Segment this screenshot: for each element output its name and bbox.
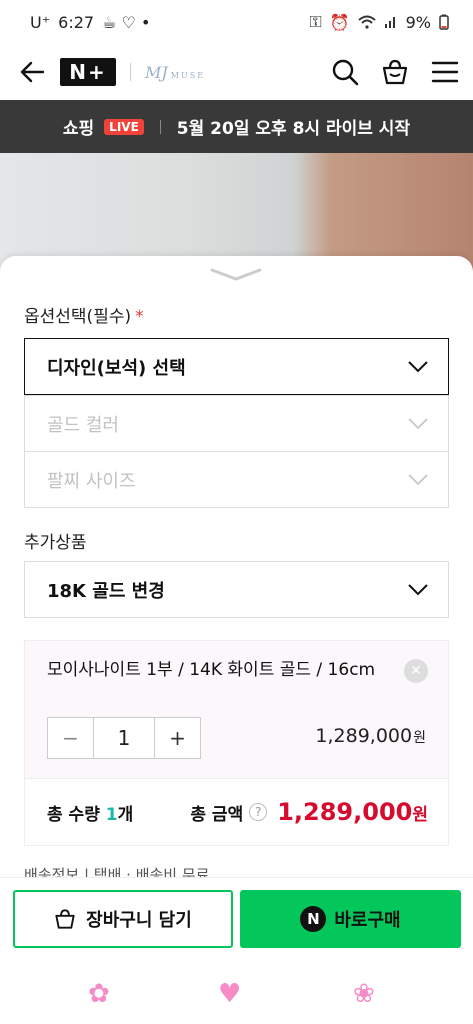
search-icon[interactable] bbox=[331, 58, 359, 86]
notification-icons: ☕ ♡ • bbox=[102, 12, 151, 32]
blossom-sticker-icon[interactable]: ❀ bbox=[353, 979, 375, 1009]
battery-icon bbox=[439, 14, 449, 30]
naver-plus-logo[interactable]: N+ bbox=[60, 58, 116, 86]
gold-color-select-label: 골드 컬러 bbox=[47, 414, 119, 436]
chevron-down-icon bbox=[408, 417, 428, 429]
banner-separator bbox=[159, 119, 161, 134]
quantity-value[interactable]: 1 bbox=[93, 718, 155, 758]
brand-name: MJ bbox=[145, 62, 168, 82]
alarm-icon: ⏰ bbox=[329, 12, 350, 32]
design-select[interactable]: 디자인(보석) 선택 bbox=[24, 338, 449, 395]
chevron-down-icon bbox=[210, 268, 262, 281]
additional-select-label: 18K 골드 변경 bbox=[47, 580, 165, 602]
sticker-row: ✿ ♥ ❀ bbox=[0, 979, 473, 1019]
chevron-down-icon bbox=[408, 473, 428, 485]
remove-item-button[interactable]: ✕ bbox=[404, 659, 428, 683]
buy-now-label: 바로구매 bbox=[334, 910, 401, 931]
item-price-value: 1,289,000 bbox=[315, 725, 413, 747]
total-amount-currency: 원 bbox=[412, 805, 428, 825]
shopping-bag-icon bbox=[55, 909, 75, 929]
close-icon: ✕ bbox=[410, 663, 422, 679]
total-amount-label: 총 금액? bbox=[190, 800, 268, 825]
clock: 6:27 bbox=[58, 12, 95, 32]
bracelet-size-select-label: 팔찌 사이즈 bbox=[47, 470, 136, 492]
back-button[interactable] bbox=[14, 54, 50, 90]
chevron-down-icon bbox=[408, 360, 428, 372]
total-quantity: 총 수량 1개 bbox=[47, 800, 133, 825]
design-select-label: 디자인(보석) 선택 bbox=[47, 357, 186, 379]
add-to-cart-button[interactable]: 장바구니 담기 bbox=[13, 890, 233, 948]
header-divider bbox=[130, 63, 131, 81]
app-header: N+ MJ MUSE bbox=[0, 44, 473, 100]
key-icon: ⚿ bbox=[309, 12, 322, 31]
bracelet-size-select[interactable]: 팔찌 사이즈 bbox=[24, 451, 449, 508]
chevron-down-icon bbox=[408, 583, 428, 595]
product-photo bbox=[0, 153, 473, 273]
selected-item: 모이사나이트 1부 / 14K 화이트 골드 / 16cm ✕ − 1 + 1,… bbox=[25, 641, 448, 779]
live-banner[interactable]: 쇼핑 LIVE 5월 20일 오후 8시 라이브 시작 bbox=[0, 100, 473, 153]
selected-item-name: 모이사나이트 1부 / 14K 화이트 골드 / 16cm bbox=[47, 660, 376, 680]
status-bar: U⁺ 6:27 ☕ ♡ • ⚿ ⏰ 9% bbox=[0, 0, 473, 44]
buy-now-button[interactable]: N 바로구매 bbox=[240, 890, 461, 948]
options-label-text: 옵션선택(필수) bbox=[24, 307, 132, 327]
total-amount-label-text: 총 금액 bbox=[190, 804, 244, 825]
back-arrow-icon bbox=[20, 61, 45, 83]
gold-color-select[interactable]: 골드 컬러 bbox=[24, 395, 449, 452]
menu-icon[interactable] bbox=[431, 60, 459, 84]
additional-select[interactable]: 18K 골드 변경 bbox=[24, 561, 449, 618]
increase-button[interactable]: + bbox=[155, 718, 200, 758]
live-badge: LIVE bbox=[104, 118, 144, 135]
flower-sticker-icon[interactable]: ✿ bbox=[88, 979, 110, 1009]
battery-level: 9% bbox=[405, 12, 431, 32]
carrier-label: U⁺ bbox=[30, 12, 51, 32]
additional-label: 추가상품 bbox=[24, 533, 87, 553]
decrease-button[interactable]: − bbox=[48, 718, 93, 758]
heart-sticker-icon[interactable]: ♥ bbox=[218, 979, 241, 1009]
banner-prefix: 쇼핑 bbox=[62, 119, 95, 139]
total-amount: 1,289,000원 bbox=[277, 798, 428, 826]
brand-sub: MUSE bbox=[170, 70, 206, 80]
help-icon[interactable]: ? bbox=[249, 803, 268, 821]
item-price-currency: 원 bbox=[413, 730, 426, 746]
quantity-stepper: − 1 + bbox=[47, 717, 201, 759]
naver-pay-icon: N bbox=[300, 906, 327, 932]
total-quantity-prefix: 총 수량 bbox=[47, 804, 106, 825]
shopping-bag-icon[interactable] bbox=[381, 58, 409, 86]
total-quantity-value: 1 bbox=[105, 804, 118, 825]
order-summary: 모이사나이트 1부 / 14K 화이트 골드 / 16cm ✕ − 1 + 1,… bbox=[24, 640, 449, 846]
sheet-handle[interactable] bbox=[210, 266, 262, 288]
total-quantity-suffix: 개 bbox=[117, 804, 134, 825]
banner-text: 5월 20일 오후 8시 라이브 시작 bbox=[176, 119, 411, 139]
add-to-cart-label: 장바구니 담기 bbox=[86, 910, 192, 931]
required-mark: * bbox=[135, 307, 144, 327]
brand-logo[interactable]: MJ MUSE bbox=[145, 63, 205, 82]
options-label: 옵션선택(필수) * bbox=[24, 302, 144, 327]
wifi-icon bbox=[357, 15, 376, 29]
item-price: 1,289,000원 bbox=[315, 725, 426, 747]
shipping-info: 배송정보 | 택배 · 배송비 무료 bbox=[24, 866, 210, 878]
totals-row: 총 수량 1개 총 금액? 1,289,000원 bbox=[25, 779, 448, 845]
option-sheet: 옵션선택(필수) * 디자인(보석) 선택 골드 컬러 팔찌 사이즈 추가상품 1… bbox=[0, 256, 473, 1024]
total-amount-value: 1,289,000 bbox=[277, 798, 413, 826]
signal-icon bbox=[384, 17, 395, 28]
